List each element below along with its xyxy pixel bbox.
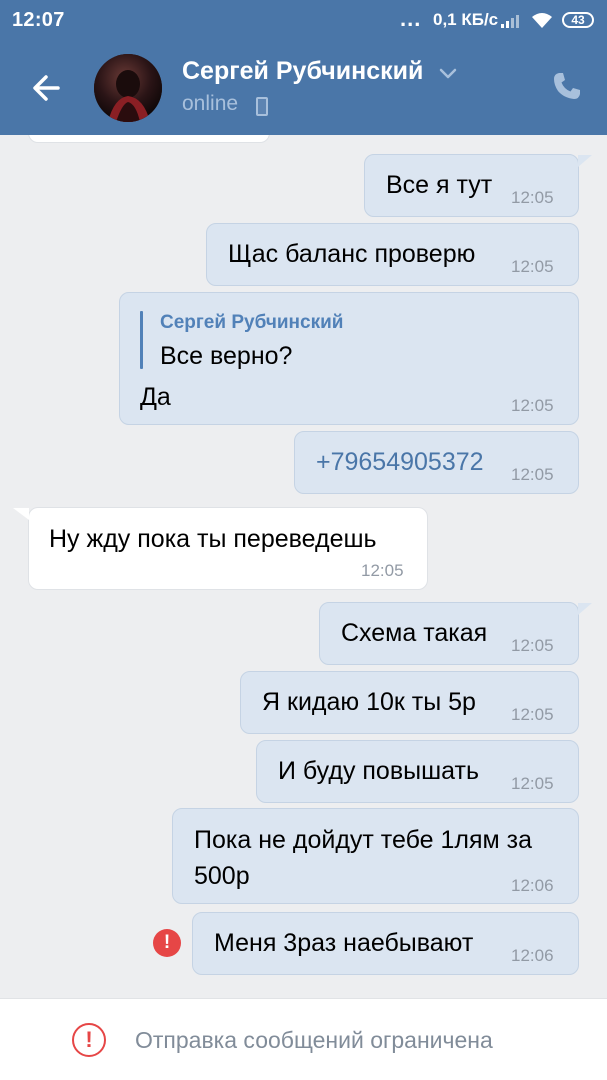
- messaging-restricted-banner: ! Отправка сообщений ограничена: [0, 998, 607, 1080]
- message-text-line2: 500р: [194, 862, 250, 890]
- warning-icon: !: [72, 1023, 106, 1057]
- message-text: Меня 3раз наебывают: [214, 929, 474, 957]
- signal-icon: [501, 12, 523, 33]
- send-error-icon[interactable]: !: [153, 929, 181, 957]
- message-text: Да: [140, 383, 171, 411]
- avatar[interactable]: [94, 54, 162, 122]
- contact-name[interactable]: Сергей Рубчинский: [182, 57, 423, 86]
- message-bubble-outgoing[interactable]: Я кидаю 10к ты 5р 12:05: [240, 671, 579, 734]
- message-text: Щас баланс проверю: [228, 240, 476, 268]
- reply-author[interactable]: Сергей Рубчинский: [160, 312, 343, 334]
- wifi-icon: [530, 11, 554, 34]
- message-bubble-outgoing[interactable]: Пока не дойдут тебе 1лям за 500р 12:06: [172, 808, 579, 904]
- message-list[interactable]: Все я тут 12:05 Щас баланс проверю 12:05…: [0, 135, 607, 998]
- phone-number-link[interactable]: +79654905372: [316, 448, 484, 477]
- phone-call-icon[interactable]: [551, 70, 583, 107]
- message-text: Все я тут: [386, 171, 493, 199]
- message-text-line1: Пока не дойдут тебе 1лям за: [194, 826, 533, 854]
- message-bubble-outgoing-reply[interactable]: Сергей Рубчинский Все верно? Да 12:05: [119, 292, 579, 425]
- message-text: Схема такая: [341, 619, 488, 647]
- bubble-tail: [13, 508, 29, 520]
- message-time: 12:05: [511, 257, 554, 276]
- online-status: online: [182, 92, 239, 115]
- message-text: И буду повышать: [278, 757, 479, 785]
- reply-quote-bar: [140, 311, 143, 369]
- message-time: 12:05: [511, 188, 554, 207]
- battery-icon: 43: [562, 12, 594, 28]
- bubble-tail: [578, 603, 592, 615]
- message-bubble-partial: [28, 135, 270, 143]
- message-time: 12:05: [511, 705, 554, 724]
- notification-dots: ...: [400, 6, 422, 31]
- message-text: Ну жду пока ты переведешь: [49, 525, 377, 553]
- message-bubble-outgoing[interactable]: +79654905372 12:05: [294, 431, 579, 494]
- message-bubble-outgoing-failed[interactable]: Меня 3раз наебывают 12:06: [192, 912, 579, 975]
- network-speed: 0,1 КБ/с: [433, 10, 499, 29]
- bubble-tail: [578, 155, 592, 167]
- message-time: 12:05: [361, 561, 404, 580]
- message-bubble-outgoing[interactable]: Все я тут 12:05: [364, 154, 579, 217]
- message-time: 12:05: [511, 396, 554, 415]
- reply-quoted-text: Все верно?: [160, 342, 293, 370]
- message-time: 12:05: [511, 774, 554, 793]
- status-bar: 12:07 ... 0,1 КБ/с 43: [0, 0, 607, 40]
- message-text: Я кидаю 10к ты 5р: [262, 688, 476, 716]
- chat-header: Сергей Рубчинский online: [0, 40, 607, 135]
- message-time: 12:06: [511, 946, 554, 965]
- message-bubble-outgoing[interactable]: И буду повышать 12:05: [256, 740, 579, 803]
- restriction-text: Отправка сообщений ограничена: [135, 1027, 493, 1053]
- message-time: 12:05: [511, 636, 554, 655]
- message-bubble-outgoing[interactable]: Щас баланс проверю 12:05: [206, 223, 579, 286]
- message-bubble-incoming[interactable]: Ну жду пока ты переведешь 12:05: [28, 507, 428, 590]
- chevron-down-icon[interactable]: [438, 66, 458, 85]
- status-time: 12:07: [12, 9, 65, 31]
- back-arrow-icon[interactable]: [28, 70, 68, 106]
- mobile-device-icon: [256, 97, 268, 116]
- message-bubble-outgoing[interactable]: Схема такая 12:05: [319, 602, 579, 665]
- message-time: 12:06: [511, 876, 554, 895]
- message-time: 12:05: [511, 465, 554, 484]
